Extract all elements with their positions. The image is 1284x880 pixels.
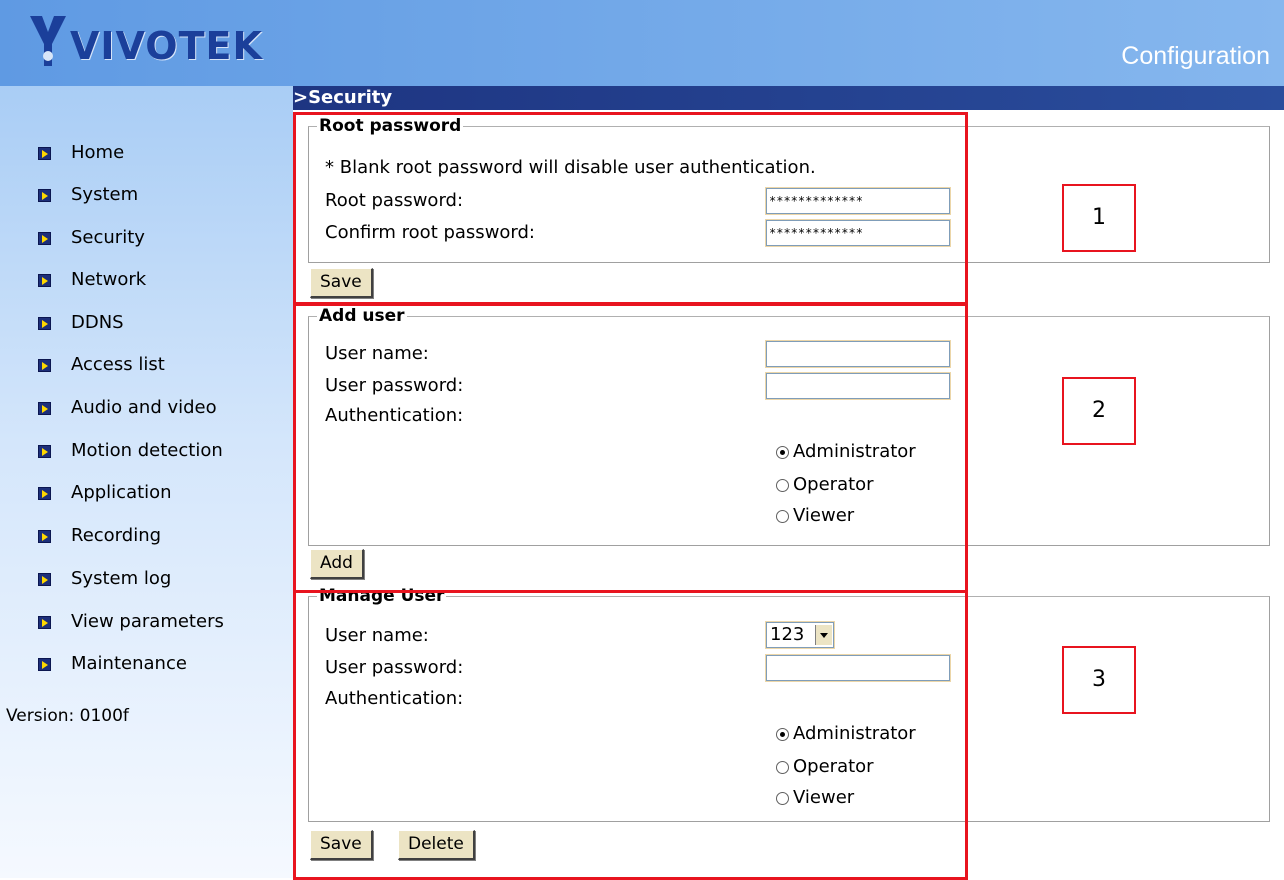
- radio-label: Viewer: [793, 505, 855, 526]
- sidebar-item-label: Recording: [71, 525, 162, 546]
- manage-user-password-input[interactable]: [765, 654, 951, 682]
- radio-unchecked-icon[interactable]: [776, 509, 789, 523]
- sidebar-item-home[interactable]: Home: [38, 142, 124, 164]
- sidebar-item-label: Maintenance: [71, 653, 187, 674]
- arrow-bullet-icon: [38, 358, 51, 372]
- sidebar-item-label: View parameters: [71, 611, 224, 632]
- sidebar-item-label: Application: [71, 482, 172, 503]
- vivotek-logo-icon: [30, 16, 66, 66]
- chevron-down-icon[interactable]: [815, 625, 832, 645]
- manage-user-role-operator[interactable]: Operator: [776, 755, 874, 779]
- manage-user-role-viewer[interactable]: Viewer: [776, 786, 854, 810]
- arrow-bullet-icon: [38, 529, 51, 543]
- sidebar-item-label: Network: [71, 269, 147, 290]
- arrow-bullet-icon: [38, 657, 51, 671]
- sidebar-item-label: Security: [71, 227, 145, 248]
- sidebar-item-label: Audio and video: [71, 397, 217, 418]
- root-password-note: * Blank root password will disable user …: [325, 157, 816, 178]
- sidebar-item-label: System: [71, 184, 139, 205]
- sidebar-item-label: Home: [71, 142, 125, 163]
- add-user-password-label: User password:: [325, 375, 464, 396]
- sidebar-item-label: Access list: [71, 354, 165, 375]
- sidebar-item-system[interactable]: System: [38, 184, 138, 206]
- root-password-label: Root password:: [325, 190, 464, 211]
- manage-user-name-select[interactable]: 123: [765, 621, 835, 649]
- add-user-name-input[interactable]: [765, 340, 951, 368]
- sidebar-item-audio-and-video[interactable]: Audio and video: [38, 397, 217, 419]
- radio-label: Administrator: [793, 723, 916, 744]
- arrow-bullet-icon: [38, 231, 51, 245]
- arrow-bullet-icon: [38, 615, 51, 629]
- radio-label: Operator: [793, 756, 874, 777]
- confirm-root-password-label: Confirm root password:: [325, 222, 535, 243]
- callout-3: 3: [1062, 646, 1136, 714]
- callout-1: 1: [1062, 184, 1136, 252]
- add-user-button[interactable]: Add: [310, 549, 364, 579]
- sidebar-item-system-log[interactable]: System log: [38, 568, 171, 590]
- manage-user-save-button[interactable]: Save: [310, 830, 373, 860]
- arrow-bullet-icon: [38, 316, 51, 330]
- add-user-legend: Add user: [319, 306, 405, 326]
- sidebar-item-recording[interactable]: Recording: [38, 525, 161, 547]
- add-user-role-viewer[interactable]: Viewer: [776, 504, 854, 528]
- radio-checked-icon[interactable]: [776, 727, 789, 741]
- arrow-bullet-icon: [38, 401, 51, 415]
- radio-label: Operator: [793, 474, 874, 495]
- sidebar-item-access-list[interactable]: Access list: [38, 354, 165, 376]
- brand-logo-text: VIVOTEK: [70, 24, 263, 68]
- arrow-bullet-icon: [38, 486, 51, 500]
- header-banner: VIVOTEK Configuration: [0, 0, 1284, 86]
- sidebar-item-label: DDNS: [71, 312, 124, 333]
- root-password-save-button[interactable]: Save: [310, 268, 373, 298]
- radio-unchecked-icon[interactable]: [776, 760, 789, 774]
- sidebar-item-view-parameters[interactable]: View parameters: [38, 611, 224, 633]
- radio-unchecked-icon[interactable]: [776, 791, 789, 805]
- radio-label: Administrator: [793, 441, 916, 462]
- add-user-password-input[interactable]: [765, 372, 951, 400]
- arrow-bullet-icon: [38, 273, 51, 287]
- add-user-authentication-label: Authentication:: [325, 405, 464, 426]
- sidebar-item-label: Motion detection: [71, 440, 223, 461]
- manage-user-role-administrator[interactable]: Administrator: [776, 722, 916, 746]
- manage-user-password-label: User password:: [325, 657, 464, 678]
- manage-user-delete-button[interactable]: Delete: [398, 830, 475, 860]
- add-user-name-label: User name:: [325, 343, 429, 364]
- sidebar-item-motion-detection[interactable]: Motion detection: [38, 440, 223, 462]
- confirm-root-password-input[interactable]: *************: [765, 219, 951, 247]
- arrow-bullet-icon: [38, 146, 51, 160]
- manage-user-name-label: User name:: [325, 625, 429, 646]
- root-password-legend: Root password: [319, 116, 462, 136]
- arrow-bullet-icon: [38, 188, 51, 202]
- add-user-role-administrator[interactable]: Administrator: [776, 440, 916, 464]
- arrow-bullet-icon: [38, 572, 51, 586]
- add-user-role-operator[interactable]: Operator: [776, 473, 874, 497]
- sidebar-item-application[interactable]: Application: [38, 482, 172, 504]
- manage-user-authentication-label: Authentication:: [325, 688, 464, 709]
- page-title: Configuration: [1121, 42, 1270, 70]
- select-value: 123: [770, 624, 805, 645]
- version-label: Version: 0100f: [6, 706, 129, 726]
- sidebar-item-label: System log: [71, 568, 172, 589]
- root-password-input[interactable]: *************: [765, 187, 951, 215]
- radio-label: Viewer: [793, 787, 855, 808]
- section-title: >Security: [293, 87, 393, 108]
- radio-unchecked-icon[interactable]: [776, 478, 789, 492]
- sidebar-item-ddns[interactable]: DDNS: [38, 312, 124, 334]
- manage-user-legend: Manage User: [319, 586, 445, 606]
- sidebar-item-maintenance[interactable]: Maintenance: [38, 653, 187, 675]
- sidebar-item-network[interactable]: Network: [38, 269, 146, 291]
- radio-checked-icon[interactable]: [776, 445, 789, 459]
- arrow-bullet-icon: [38, 444, 51, 458]
- section-title-bar: >Security: [293, 86, 1284, 110]
- callout-2: 2: [1062, 377, 1136, 445]
- sidebar-item-security[interactable]: Security: [38, 227, 145, 249]
